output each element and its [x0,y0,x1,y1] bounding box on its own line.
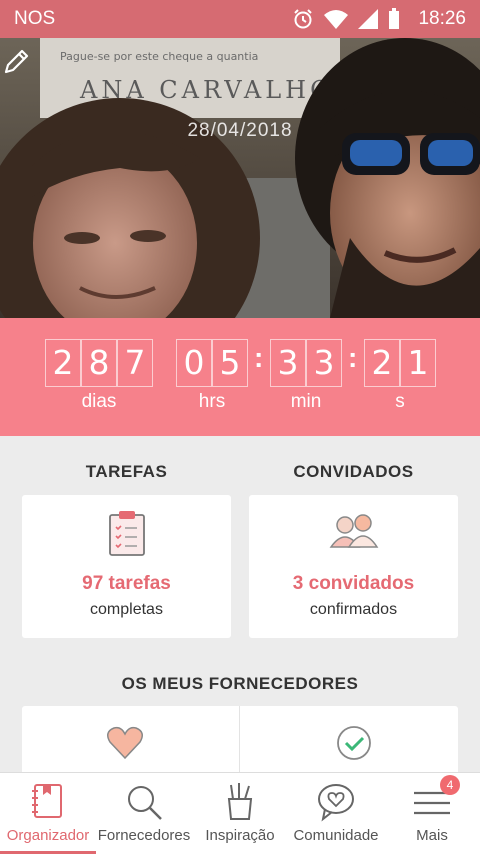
suppliers-card[interactable] [22,706,458,776]
couple-photo[interactable]: Pague-se por este cheque a quantia ANA C… [0,38,480,318]
hours-digit: 0 [176,339,212,387]
guests-count: 3 convidados [292,573,415,594]
guests-section-title: CONVIDADOS [293,462,414,481]
days-label: dias [81,391,117,412]
hours-label: hrs [198,391,226,412]
days-digit: 2 [45,339,81,387]
clipboard-checklist-icon [108,511,145,556]
alarm-icon [294,9,313,29]
couple-photo-image: Pague-se por este cheque a quantia ANA C… [0,38,480,318]
notification-badge: 4 [440,775,460,795]
tasks-caption: completas [90,601,163,618]
minutes-label: min [290,391,322,412]
carrier-name: NOS [14,8,56,29]
nav-fornecedores[interactable]: Fornecedores [96,773,192,854]
nav-label: Inspiração [205,827,275,844]
nav-inspiracao[interactable]: Inspiração [192,773,288,854]
seconds-digit: 2 [364,339,400,387]
wedding-date: 28/04/2018 [187,120,293,141]
minutes-digit: 3 [270,339,306,387]
suppliers-section-title: OS MEUS FORNECEDORES [121,674,359,693]
chat-heart-icon [318,784,354,822]
seconds-label: s [395,391,405,412]
check-circle-icon [337,726,371,760]
days-digit: 7 [117,339,153,387]
wifi-icon [324,10,349,29]
edit-pencil-icon[interactable] [0,46,32,78]
nav-label: Fornecedores [97,827,191,844]
wedding-countdown: 2 8 7 0 5 : 3 3 : 2 1 dias hrs min s [0,318,480,436]
nav-mais[interactable]: 4 Mais [384,773,480,854]
time-separator: : [254,342,264,373]
signal-icon [358,9,379,29]
status-icons: 18:26 [292,8,466,30]
notebook-icon [32,784,62,818]
bottom-navigation: Organizador Fornecedores Inspiração Comu… [0,772,480,854]
nav-label: Mais [416,827,448,844]
tasks-section-title: TAREFAS [85,462,168,481]
minutes-digit: 3 [306,339,342,387]
tasks-count: 97 tarefas [82,573,171,594]
nav-label: Comunidade [293,827,379,844]
time-separator: : [348,342,358,373]
days-digit: 8 [81,339,117,387]
battery-icon [389,8,400,29]
svg-text:Pague-se por este cheque a qua: Pague-se por este cheque a quantia [60,50,258,63]
pencil-cup-icon [227,783,253,820]
nav-comunidade[interactable]: Comunidade [288,773,384,854]
guests-people-icon [329,514,378,548]
search-icon [128,786,162,820]
heart-icon [107,726,143,760]
nav-organizador[interactable]: Organizador [0,773,96,854]
clock-time: 18:26 [418,8,466,29]
seconds-digit: 1 [400,339,436,387]
divider [239,706,240,776]
guests-caption: confirmados [309,601,398,618]
tasks-card[interactable]: 97 tarefas completas [22,495,231,638]
nav-label: Organizador [6,827,90,844]
guests-card[interactable]: 3 convidados confirmados [249,495,458,638]
status-bar: NOS 18:26 [0,0,480,38]
hours-digit: 5 [212,339,248,387]
